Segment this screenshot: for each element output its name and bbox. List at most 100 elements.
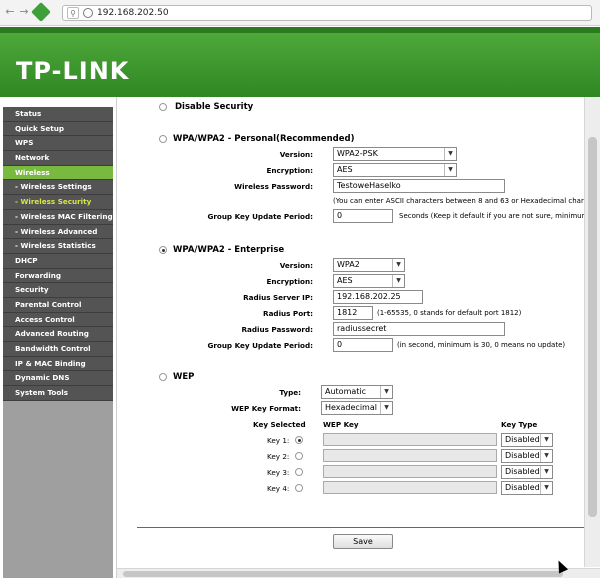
sidebar-item-wireless-mac-filtering[interactable]: - Wireless MAC Filtering <box>3 210 113 225</box>
password-hint: (You can enter ASCII characters between … <box>333 197 585 205</box>
sidebar-item-ip-mac-binding[interactable]: IP & MAC Binding <box>3 357 113 372</box>
back-icon[interactable]: ← <box>4 6 16 18</box>
chevron-down-icon: ▼ <box>380 402 392 414</box>
browser-toolbar: ← → ⚲ 192.168.202.50 <box>0 0 600 26</box>
sidebar-item-access-control[interactable]: Access Control <box>3 313 113 328</box>
radius-server-ip-input[interactable]: 192.168.202.25 <box>333 290 423 304</box>
chevron-down-icon: ▼ <box>540 434 552 446</box>
disable-security-radio[interactable] <box>159 103 167 111</box>
tp-link-logo: TP-LINK <box>16 57 130 85</box>
sidebar-item-security[interactable]: Security <box>3 283 113 298</box>
form-divider <box>137 527 585 528</box>
enterprise-group-key-hint: (in second, minimum is 30, 0 means no up… <box>397 341 566 349</box>
radius-port-label: Radius Port: <box>263 309 313 318</box>
sidebar-item-wps[interactable]: WPS <box>3 136 113 152</box>
disable-security-label: Disable Security <box>175 102 254 112</box>
horizontal-scrollbar[interactable] <box>117 568 600 578</box>
wep-key-header: WEP Key <box>323 420 359 429</box>
sidebar-item-forwarding[interactable]: Forwarding <box>3 269 113 284</box>
sidebar-item-wireless-statistics[interactable]: - Wireless Statistics <box>3 239 113 254</box>
personal-version-label: Version: <box>279 150 313 159</box>
home-icon[interactable] <box>31 2 51 22</box>
scrollbar-thumb[interactable] <box>588 137 597 517</box>
url-text[interactable]: 192.168.202.50 <box>97 8 169 18</box>
enterprise-version-label: Version: <box>279 261 313 270</box>
sidebar-item-wireless-settings[interactable]: - Wireless Settings <box>3 180 113 196</box>
chevron-down-icon: ▼ <box>444 164 456 176</box>
sidebar-item-parental-control[interactable]: Parental Control <box>3 298 113 313</box>
wpa-personal-radio[interactable] <box>159 135 167 143</box>
sidebar-item-wireless-security[interactable]: - Wireless Security <box>3 195 113 210</box>
key-4-input[interactable] <box>323 481 497 494</box>
personal-encryption-select[interactable]: AES ▼ <box>333 163 457 177</box>
chevron-down-icon: ▼ <box>392 275 404 287</box>
wep-type-label: Type: <box>279 388 301 397</box>
sidebar-item-quick-setup[interactable]: Quick Setup <box>3 122 113 137</box>
personal-group-key-label: Group Key Update Period: <box>207 212 313 221</box>
wep-label: WEP <box>173 372 195 382</box>
sidebar-item-status[interactable]: Status <box>3 107 113 122</box>
key-3-radio[interactable] <box>295 468 303 476</box>
wep-key-format-select[interactable]: Hexadecimal ▼ <box>321 401 393 415</box>
sidebar-item-dhcp[interactable]: DHCP <box>3 254 113 269</box>
sidebar-item-advanced-routing[interactable]: Advanced Routing <box>3 327 113 342</box>
personal-group-key-hint: Seconds (Keep it default if you are not … <box>399 212 585 220</box>
wireless-password-input[interactable]: TestoweHaselko <box>333 179 505 193</box>
vertical-scrollbar[interactable] <box>584 97 600 567</box>
key-2-label: Key 2: <box>267 452 290 461</box>
enterprise-group-key-label: Group Key Update Period: <box>207 341 313 350</box>
chevron-down-icon: ▼ <box>540 466 552 478</box>
wireless-password-label: Wireless Password: <box>234 182 313 191</box>
scrollbar-thumb[interactable] <box>123 571 563 577</box>
site-info-icon[interactable]: ⚲ <box>67 7 79 19</box>
sidebar-menu: Status Quick Setup WPS Network Wireless … <box>3 107 113 401</box>
personal-version-select[interactable]: WPA2-PSK ▼ <box>333 147 457 161</box>
key-4-radio[interactable] <box>295 484 303 492</box>
enterprise-group-key-input[interactable]: 0 <box>333 338 393 352</box>
key-4-type-select[interactable]: Disabled ▼ <box>501 481 553 495</box>
globe-icon <box>83 8 93 18</box>
wep-radio[interactable] <box>159 373 167 381</box>
wireless-security-form: Disable Security WPA/WPA2 - Personal(Rec… <box>117 97 585 567</box>
wpa-personal-label: WPA/WPA2 - Personal(Recommended) <box>173 134 355 144</box>
chevron-down-icon: ▼ <box>392 259 404 271</box>
key-3-type-select[interactable]: Disabled ▼ <box>501 465 553 479</box>
wep-type-select[interactable]: Automatic ▼ <box>321 385 393 399</box>
key-2-input[interactable] <box>323 449 497 462</box>
key-3-label: Key 3: <box>267 468 290 477</box>
key-1-input[interactable] <box>323 433 497 446</box>
radius-port-hint: (1-65535, 0 stands for default port 1812… <box>377 309 522 317</box>
wpa-enterprise-label: WPA/WPA2 - Enterprise <box>173 245 285 255</box>
radius-password-label: Radius Password: <box>241 325 313 334</box>
key-1-type-select[interactable]: Disabled ▼ <box>501 433 553 447</box>
key-2-type-select[interactable]: Disabled ▼ <box>501 449 553 463</box>
radius-server-ip-label: Radius Server IP: <box>243 293 313 302</box>
enterprise-encryption-select[interactable]: AES ▼ <box>333 274 405 288</box>
key-1-label: Key 1: <box>267 436 290 445</box>
save-button[interactable]: Save <box>333 534 393 549</box>
key-2-radio[interactable] <box>295 452 303 460</box>
sidebar-item-wireless[interactable]: Wireless <box>3 165 113 181</box>
enterprise-encryption-label: Encryption: <box>266 277 314 286</box>
key-type-header: Key Type <box>501 420 538 429</box>
sidebar-item-network[interactable]: Network <box>3 151 113 166</box>
chevron-down-icon: ▼ <box>540 482 552 494</box>
sidebar-item-wireless-advanced[interactable]: - Wireless Advanced <box>3 225 113 240</box>
forward-icon[interactable]: → <box>18 6 30 18</box>
key-selected-header: Key Selected <box>253 420 306 429</box>
personal-group-key-input[interactable]: 0 <box>333 209 393 223</box>
chevron-down-icon: ▼ <box>380 386 392 398</box>
wpa-enterprise-radio[interactable] <box>159 246 167 254</box>
radius-password-input[interactable]: radiussecret <box>333 322 505 336</box>
key-4-label: Key 4: <box>267 484 290 493</box>
main-panel: Disable Security WPA/WPA2 - Personal(Rec… <box>116 97 600 578</box>
key-3-input[interactable] <box>323 465 497 478</box>
personal-encryption-label: Encryption: <box>266 166 314 175</box>
key-1-radio[interactable] <box>295 436 303 444</box>
address-bar[interactable]: ⚲ 192.168.202.50 <box>62 5 592 21</box>
radius-port-input[interactable]: 1812 <box>333 306 373 320</box>
sidebar-item-system-tools[interactable]: System Tools <box>3 386 113 401</box>
sidebar-item-dynamic-dns[interactable]: Dynamic DNS <box>3 371 113 387</box>
sidebar-item-bandwidth-control[interactable]: Bandwidth Control <box>3 342 113 357</box>
enterprise-version-select[interactable]: WPA2 ▼ <box>333 258 405 272</box>
